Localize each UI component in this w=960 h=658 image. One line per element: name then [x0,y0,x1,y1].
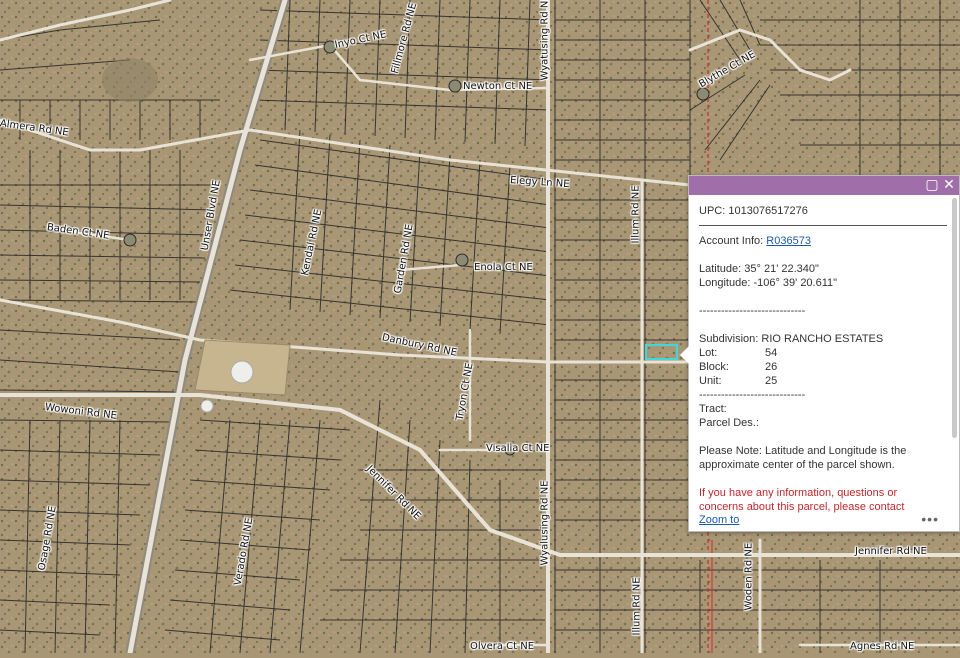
upc-value: 1013076517276 [728,205,808,217]
parcel-info-popup: ▢ ✕ UPC: 1013076517276 Account Info: R03… [680,175,960,532]
location-note: Please Note: Latitude and Longitude is t… [699,445,907,471]
latitude-row: Latitude: 35° 21' 22.340" [699,262,957,276]
lot-row: Lot: 54 [699,346,957,360]
parcel-des-label: Parcel Des.: [699,417,759,429]
latitude-value: 35° 21' 22.340" [744,263,819,275]
unit-row: Unit: 25 [699,374,957,388]
longitude-label: Longitude: [699,277,751,289]
close-icon[interactable]: ✕ [942,178,956,192]
popup-pointer [680,346,689,364]
block-row: Block: 26 [699,360,957,374]
separator: ----------------------------- [699,305,806,317]
more-actions-icon[interactable]: ••• [921,511,939,527]
account-link[interactable]: R036573 [766,235,811,247]
longitude-row: Longitude: -106° 39' 20.611" [699,276,957,290]
maximize-icon[interactable]: ▢ [925,178,939,192]
unit-value: 25 [765,375,778,387]
road-label: Jennifer Rd NE [855,546,927,557]
map-view[interactable]: Unser Blvd NE Wyatusing Rd NE Illum Rd N… [0,0,960,658]
popup-actions-bar: Zoom to ••• [689,511,959,531]
subdivision-label: Subdivision: [699,333,759,345]
contact-note: If you have any information, questions o… [699,487,905,513]
account-row: Account Info: R036573 [699,234,957,248]
upc-row: UPC: 1013076517276 [699,205,947,226]
road-label: Woden Rd NE [743,542,755,611]
road-label: Wyalusing Rd NE [539,480,551,566]
block-value: 26 [765,361,778,373]
separator: ----------------------------- [699,389,806,401]
road-label: Wyatusing Rd NE [539,0,551,81]
lot-label: Lot: [699,347,718,359]
account-label: Account Info: [699,235,764,247]
subdivision-value: RIO RANCHO ESTATES [761,333,884,345]
road-label: Olvera Ct NE [470,641,535,652]
popup-header: ▢ ✕ [689,176,959,195]
longitude-value: -106° 39' 20.611" [753,277,838,289]
tract-label: Tract: [699,403,727,415]
road-label: Newton Ct NE [463,81,533,92]
road-label: Illum Rd NE [630,185,642,244]
latitude-label: Latitude: [699,263,742,275]
road-label: Illum Rd NE [631,577,643,636]
lot-value: 54 [765,347,778,359]
upc-label: UPC: [699,205,726,217]
road-label: Agnes Rd NE [850,641,915,652]
zoom-to-link[interactable]: Zoom to [699,514,739,526]
unit-label: Unit: [699,375,722,387]
road-label: Visalia Ct NE [486,443,550,454]
block-label: Block: [699,361,729,373]
subdivision-row: Subdivision: RIO RANCHO ESTATES [699,332,957,346]
popup-scrollbar[interactable] [952,198,957,438]
popup-content: UPC: 1013076517276 Account Info: R036573… [689,195,957,531]
road-label: Enola Ct NE [474,262,533,273]
